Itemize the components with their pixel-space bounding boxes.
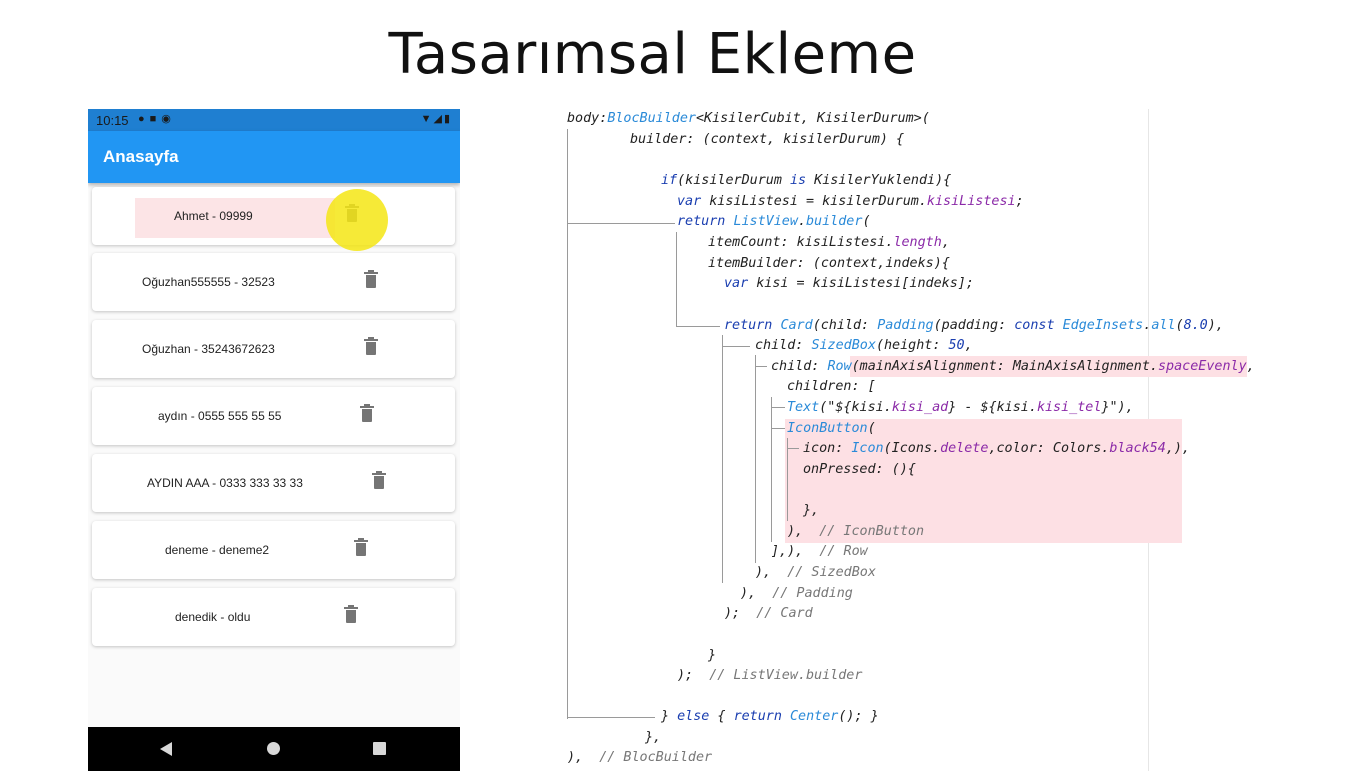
code-line: ); // Card: [724, 606, 813, 621]
indent-guide: [567, 717, 655, 718]
code-line: ), // SizedBox: [755, 565, 876, 580]
code-line: body:BlocBuilder<KisilerCubit, KisilerDu…: [567, 111, 930, 126]
code-line: ), // BlocBuilder: [567, 750, 713, 765]
code-line: },: [645, 730, 662, 745]
code-line: var kisiListesi = kisilerDurum.kisiListe…: [677, 194, 1024, 209]
code-line: ); // ListView.builder: [677, 668, 863, 683]
code-line: }: [708, 648, 717, 663]
code-line: children: [: [787, 379, 876, 394]
code-editor: body:BlocBuilder<KisilerCubit, KisilerDu…: [0, 0, 1345, 779]
code-line: if(kisilerDurum is KisilerYuklendi){: [661, 173, 952, 188]
code-line: IconButton(: [787, 421, 876, 436]
code-line: child: SizedBox(height: 50,: [755, 338, 973, 353]
indent-guide: [755, 355, 756, 563]
indent-guide: [676, 326, 720, 327]
code-line: child: Row(mainAxisAlignment: MainAxisAl…: [771, 359, 1255, 374]
indent-guide: [567, 129, 568, 719]
code-line: ), // Padding: [740, 586, 853, 601]
code-line: var kisi = kisiListesi[indeks];: [724, 276, 974, 291]
code-line: Text("${kisi.kisi_ad} - ${kisi.kisi_tel}…: [787, 400, 1134, 415]
indent-guide: [567, 223, 675, 224]
indent-guide: [755, 366, 767, 367]
indent-guide: [787, 448, 799, 449]
code-line: return Card(child: Padding(padding: cons…: [724, 318, 1224, 333]
indent-guide: [787, 438, 788, 521]
code-line: itemCount: kisiListesi.length,: [708, 235, 950, 250]
code-line: icon: Icon(Icons.delete,color: Colors.bl…: [803, 441, 1190, 456]
code-line: } else { return Center(); }: [661, 709, 879, 724]
indent-guide: [771, 407, 785, 408]
code-line: },: [803, 503, 820, 518]
indent-guide: [722, 346, 750, 347]
code-line: return ListView.builder(: [677, 214, 871, 229]
indent-guide: [771, 397, 772, 542]
code-line: ), // IconButton: [787, 524, 925, 539]
code-line: builder: (context, kisilerDurum) {: [630, 132, 905, 147]
code-line: itemBuilder: (context,indeks){: [708, 256, 950, 271]
code-line: onPressed: (){: [803, 462, 916, 477]
indent-guide: [676, 232, 677, 327]
indent-guide: [771, 428, 785, 429]
code-line: ],), // Row: [771, 544, 868, 559]
indent-guide: [722, 335, 723, 583]
